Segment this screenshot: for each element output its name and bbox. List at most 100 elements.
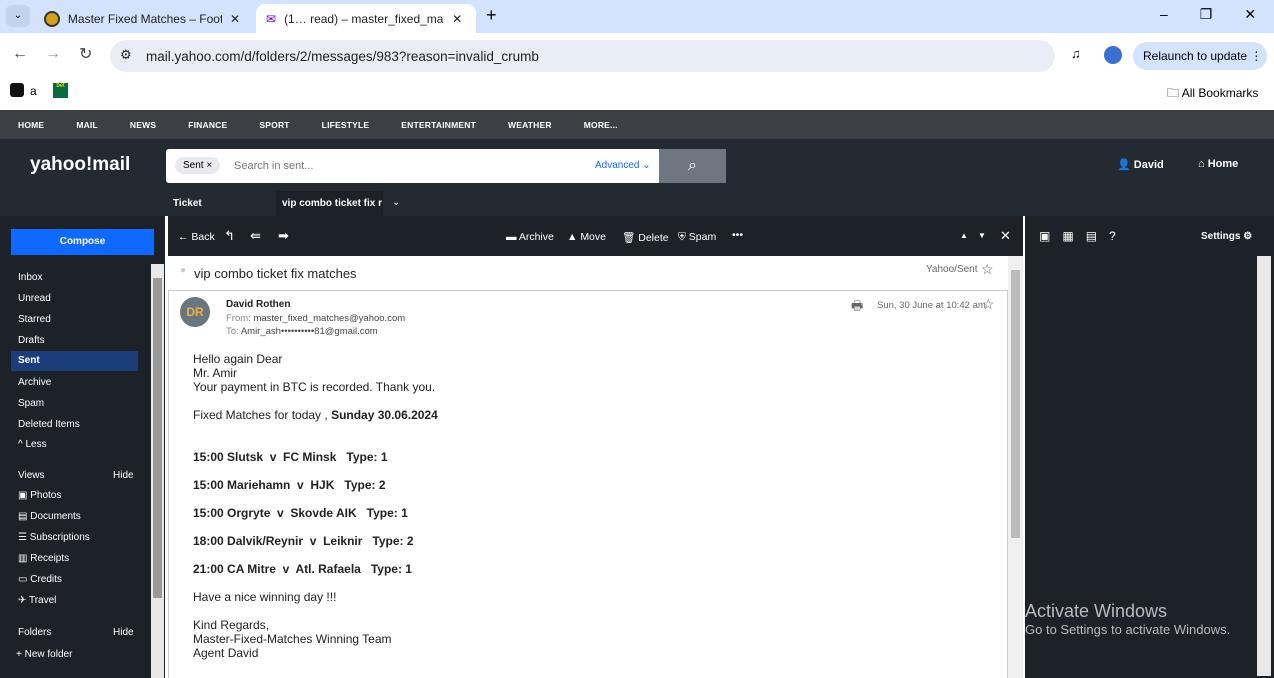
new-tab-button[interactable]: + (486, 5, 497, 26)
yahoo-mail-logo[interactable]: yahoo!mail (30, 154, 130, 176)
view-subscriptions[interactable]: ☰ Subscriptions (11, 528, 138, 548)
move-button[interactable]: ▲ Move (567, 231, 606, 243)
reply-icon[interactable]: ↰ (224, 228, 235, 244)
user-menu[interactable]: 👤 David (1117, 158, 1164, 171)
sidebar-item-spam[interactable]: Spam (11, 394, 138, 414)
nav-lifestyle[interactable]: LIFESTYLE (322, 120, 370, 130)
nav-sport[interactable]: SPORT (259, 120, 289, 130)
compose-button[interactable]: Compose (11, 229, 154, 255)
sidebar-item-unread[interactable]: Unread (11, 289, 138, 309)
sidebar-item-archive[interactable]: Archive (11, 373, 138, 393)
view-credits[interactable]: ▭ Credits (11, 570, 138, 590)
browser-tab-2[interactable]: ✉ (1… read) – master_fixed_matc ✕ (256, 4, 476, 33)
sidebar-item-starred[interactable]: Starred (11, 310, 138, 330)
message-pane: ● vip combo ticket fix matches Yahoo/Sen… (168, 256, 1023, 678)
tab-search-button[interactable]: ⌄ (6, 5, 30, 27)
bookmark-icon (10, 83, 24, 97)
contacts-icon[interactable]: ▣ (1039, 229, 1050, 243)
nav-mail[interactable]: MAIL (76, 120, 98, 130)
sidebar-scrollbar[interactable] (151, 264, 164, 678)
bet365-bookmark[interactable]: bet (53, 83, 68, 98)
right-pane: ▣ ▦ ▤? Settings ⚙ Activate Windows Go to Se… (1025, 216, 1274, 678)
back-arrow-icon[interactable]: ← (12, 45, 28, 63)
bookmarks-bar: a bet 🗀 All Bookmarks (0, 78, 1274, 110)
view-photos[interactable]: ▣ Photos (11, 486, 138, 506)
prev-icon[interactable]: ▲ (960, 231, 968, 240)
spam-button[interactable]: ⛨ Spam (678, 231, 716, 244)
settings-button[interactable]: Settings ⚙ (1201, 231, 1252, 242)
delete-button[interactable]: 🗑 Delete (622, 231, 669, 244)
star-icon[interactable]: ☆ (982, 296, 995, 313)
forward-arrow-icon[interactable]: → (45, 45, 61, 63)
tabs-chevron-icon[interactable]: ⌄ (392, 197, 400, 208)
search-button[interactable]: ⌕ (659, 149, 726, 183)
views-hide[interactable]: Hide (113, 470, 134, 481)
search-chip[interactable]: Sent × (175, 157, 221, 174)
search-input[interactable]: Search in sent... (234, 160, 314, 172)
browser-tab-1[interactable]: Master Fixed Matches – Footbal ✕ (34, 4, 250, 33)
sender-name[interactable]: David Rothen (226, 299, 290, 310)
nav-finance[interactable]: FINANCE (188, 120, 227, 130)
reply-all-icon[interactable]: ⇚ (250, 228, 261, 244)
message-scrollbar[interactable] (1008, 256, 1023, 678)
search-box[interactable]: Sent × Search in sent... Advanced ⌄ (166, 149, 659, 183)
nav-entertainment[interactable]: ENTERTAINMENT (401, 120, 476, 130)
nav-more[interactable]: MORE... (584, 120, 618, 130)
from-line: From: master_fixed_matches@yahoo.com (226, 313, 406, 324)
folders-hide[interactable]: Hide (113, 627, 134, 638)
view-travel[interactable]: ✈ Travel (11, 591, 138, 611)
reload-icon[interactable]: ↻ (79, 44, 92, 64)
notepad-icon[interactable]: ▤ (1086, 229, 1097, 243)
yahoo-nav: HOME MAIL NEWS FINANCE SPORT LIFESTYLE ENTERTA… (0, 110, 1274, 139)
help-icon[interactable]: ? (1109, 229, 1116, 243)
message-body: Hello again Dear Mr. Amir Your payment in … (193, 352, 438, 660)
tab-vip-combo[interactable]: vip combo ticket fix r (276, 191, 383, 216)
message-date: Sun, 30 June at 10:42 am (877, 300, 986, 311)
sidebar-item-sent[interactable]: Sent (11, 351, 138, 371)
nav-home[interactable]: HOME (18, 120, 44, 130)
home-link[interactable]: ⌂ Home (1198, 158, 1238, 170)
sidebar-item-deleted[interactable]: Deleted Items (11, 415, 138, 435)
close-tab-icon[interactable]: ✕ (230, 12, 240, 26)
advanced-search[interactable]: Advanced ⌄ (595, 160, 651, 171)
sidebar: Compose Inbox Unread Starred Drafts Sent… (0, 216, 165, 678)
sidebar-item-less[interactable]: ^ Less (11, 435, 138, 455)
nav-weather[interactable]: WEATHER (508, 120, 552, 130)
bookmark-a[interactable]: a (30, 84, 37, 98)
close-tab-icon[interactable]: ✕ (452, 12, 462, 26)
star-icon[interactable]: ☆ (981, 261, 994, 278)
tab-ticket[interactable]: Ticket (173, 198, 202, 209)
close-window-button[interactable]: ✕ (1244, 6, 1256, 23)
new-folder-button[interactable]: + New folder (9, 645, 136, 665)
print-icon[interactable]: 🖶 (851, 297, 863, 319)
folder-label: Yahoo/Sent (926, 264, 978, 275)
address-bar[interactable]: ⚙ mail.yahoo.com/d/folders/2/messages/98… (110, 40, 1055, 72)
view-documents[interactable]: ▤ Documents (11, 507, 138, 527)
media-icon[interactable]: ♫ (1071, 46, 1081, 61)
message-subject: vip combo ticket fix matches (194, 266, 357, 281)
all-bookmarks[interactable]: 🗀 All Bookmarks (1167, 84, 1258, 105)
archive-button[interactable]: ▬ Archive (506, 231, 554, 243)
to-line: To: Amir_ash••••••••••81@gmail.com (226, 326, 378, 337)
open-tabs: Ticket vip combo ticket fix r ⌄ (0, 191, 1274, 216)
next-icon[interactable]: ▼ (978, 231, 986, 240)
sidebar-item-inbox[interactable]: Inbox (11, 268, 138, 288)
site-settings-icon[interactable]: ⚙ (120, 47, 132, 63)
sidebar-item-drafts[interactable]: Drafts (11, 331, 138, 351)
mail-header: yahoo!mail Sent × Search in sent... Adva… (0, 139, 1274, 191)
forward-icon[interactable]: ➡ (278, 228, 289, 244)
profile-avatar[interactable] (1104, 46, 1122, 64)
relaunch-button[interactable]: Relaunch to update ⋮ (1133, 42, 1267, 70)
view-receipts[interactable]: ▥ Receipts (11, 549, 138, 569)
minimize-button[interactable]: – (1160, 6, 1168, 23)
browser-tab-bar: ⌄ Master Fixed Matches – Footbal ✕ ✉ (1…… (0, 0, 1274, 33)
football-icon (44, 10, 60, 27)
nav-news[interactable]: NEWS (130, 120, 156, 130)
back-button[interactable]: ← Back (178, 231, 215, 243)
right-scrollbar[interactable] (1257, 256, 1271, 676)
close-message-icon[interactable]: ✕ (1000, 228, 1011, 244)
calendar-icon[interactable]: ▦ (1062, 229, 1073, 243)
message-toolbar: ← Back ↰ ⇚ ➡ ▬ Archive ▲ Move 🗑 Delete ⛨… (168, 216, 1023, 256)
restore-button[interactable]: ❐ (1200, 6, 1213, 23)
more-icon[interactable]: ••• (732, 229, 743, 241)
